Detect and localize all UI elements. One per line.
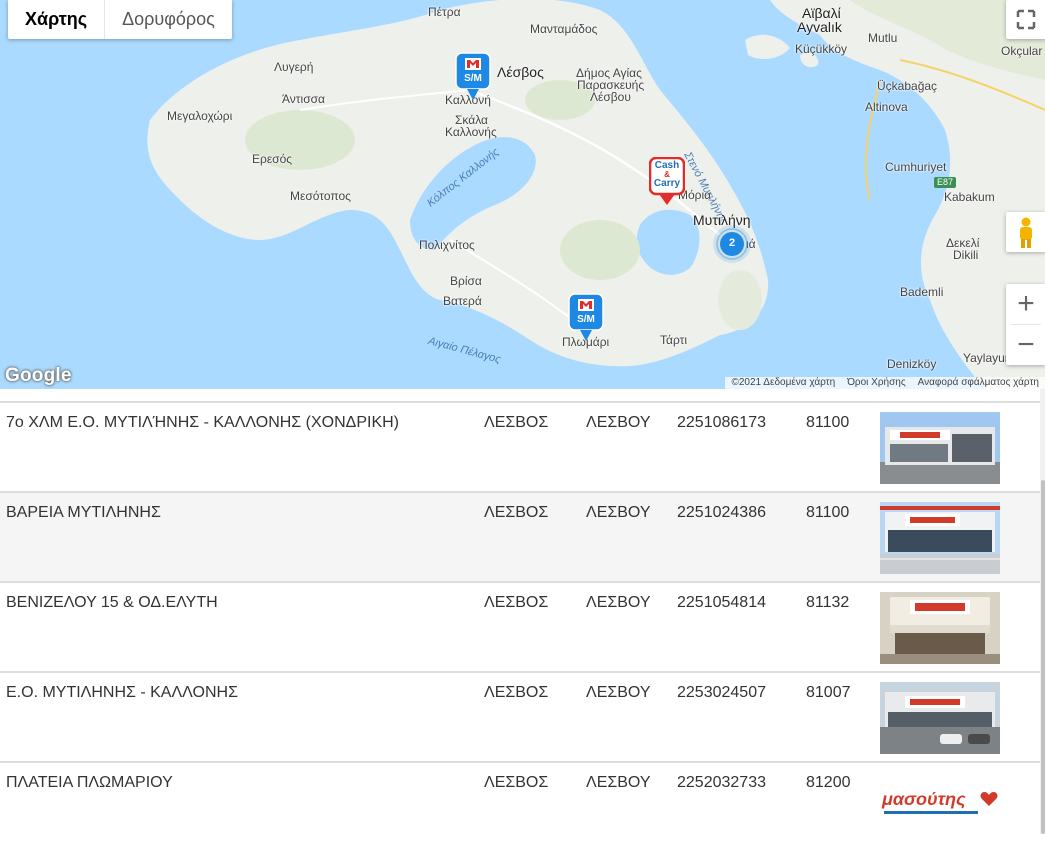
store-photo-image (880, 502, 1000, 574)
zoom-out-button[interactable]: − (1006, 325, 1045, 365)
store-zip: 81200 (806, 774, 851, 791)
store-photo-image (880, 412, 1000, 484)
map-label-kabakum: Kabakum (944, 190, 995, 204)
store-region: ΛΕΣΒΟΣ (484, 414, 549, 431)
store-region: ΛΕΣΒΟΣ (484, 504, 549, 521)
store-photo-image (880, 592, 1000, 664)
map-label-aivali: Ayvalık (797, 19, 842, 35)
store-region: ΛΕΣΒΟΣ (484, 594, 549, 611)
masoutis-logo-underline (884, 811, 978, 814)
table-row: ΒΕΝΙΖΕΛΟΥ 15 & ΟΔ.ΕΛΥΤΗ ΛΕΣΒΟΣ ΛΕΣΒΟΥ 22… (0, 581, 1040, 671)
zoom-control: + − (1006, 284, 1045, 365)
store-map[interactable]: Χάρτης Δορυφόρος Πέτρα Μανταμάδος Αϊβαλί… (0, 0, 1045, 389)
store-phone: 2251054814 (677, 594, 766, 611)
map-label-mutlu: Mutlu (868, 31, 898, 45)
map-type-map-button[interactable]: Χάρτης (8, 0, 104, 39)
table-row: Ε.Ο. ΜΥΤΙΛΗΝΗΣ - ΚΑΛΛΟΝΗΣ ΛΕΣΒΟΣ ΛΕΣΒΟΥ … (0, 671, 1040, 761)
heart-icon (980, 792, 998, 806)
cash-carry-marker[interactable]: Cash & Carry (648, 156, 686, 212)
street-view-pegman[interactable] (1006, 212, 1045, 252)
map-label-dikeli: Dikili (953, 248, 979, 262)
map-label-megalochori: Μεγαλοχώρι (167, 109, 233, 123)
store-zip: 81100 (806, 504, 850, 521)
fullscreen-button[interactable] (1006, 0, 1045, 39)
zoom-in-button[interactable]: + (1006, 284, 1045, 324)
map-label-cumhuriyet: Cumhuriyet (885, 160, 947, 174)
store-zip: 81007 (806, 684, 851, 701)
map-type-satellite-button[interactable]: Δορυφόρος (104, 0, 232, 39)
map-label-vrisa: Βρίσα (450, 274, 482, 288)
table-row: ΠΛΑΤΕΙΑ ΠΛΩΜΑΡΙΟΥ ΛΕΣΒΟΣ ΛΕΣΒΟΥ 22520327… (0, 761, 1040, 851)
scrollbar-thumb[interactable] (1041, 480, 1045, 834)
plus-icon: + (1017, 287, 1035, 320)
store-phone: 2251024386 (677, 504, 766, 521)
store-photo (880, 592, 1000, 664)
store-zip: 81100 (806, 414, 850, 431)
map-label-e87-shield: E87 (934, 177, 957, 188)
map-label-mantamados: Μανταμάδος (530, 22, 598, 36)
sm-marker-plomari[interactable]: S/M (568, 293, 604, 348)
map-type-control: Χάρτης Δορυφόρος (8, 0, 232, 39)
map-copyright: ©2021 Δεδομένα χάρτη (731, 377, 836, 388)
map-label-uckabagac: Üçkabağaç (877, 79, 938, 93)
map-label-antissa: Άντισσα (282, 92, 325, 106)
marker-cluster[interactable]: 2 (712, 224, 752, 264)
map-attribution: ©2021 Δεδομένα χάρτη Όροι Χρήσης Αναφορά… (725, 377, 1045, 389)
store-area: ΛΕΣΒΟΥ (586, 504, 651, 521)
map-label-mesotopos: Μεσότοπος (290, 189, 351, 203)
store-zip: 81132 (806, 594, 850, 611)
map-base (0, 0, 1045, 389)
cash-carry-label-3: Carry (653, 178, 681, 189)
store-phone: 2253024507 (677, 684, 766, 701)
store-area: ΛΕΣΒΟΥ (586, 414, 651, 431)
store-photo-image (880, 682, 1000, 754)
masoutis-logo: μασούτης (880, 787, 1000, 817)
google-logo: Google (5, 365, 72, 386)
table-row: 7ο ΧΛΜ Ε.Ο. ΜΥΤΙΛΉΝΗΣ - ΚΑΛΛΟΝΗΣ (ΧΟΝΔΡΙ… (0, 401, 1040, 491)
map-label-yaylayurt: Yaylayurt (963, 351, 1013, 365)
store-region: ΛΕΣΒΟΣ (484, 684, 549, 701)
sm-marker-plomari-label: S/M (577, 314, 595, 325)
store-photo (880, 682, 1000, 754)
store-area: ΛΕΣΒΟΥ (586, 774, 651, 791)
map-label-polichnitos: Πολιχνίτος (419, 238, 475, 252)
table-row: ΒΑΡΕΙΑ ΜΥΤΙΛΗΝΗΣ ΛΕΣΒΟΣ ΛΕΣΒΟΥ 225102438… (0, 491, 1040, 581)
store-photo (880, 412, 1000, 484)
map-report-link[interactable]: Αναφορά σφάλματος χάρτη (912, 377, 1045, 389)
store-phone: 2252032733 (677, 774, 766, 791)
map-label-vatera: Βατερά (443, 294, 482, 308)
map-label-skala-2: Καλλονής (445, 125, 497, 139)
store-area: ΛΕΣΒΟΥ (586, 594, 651, 611)
map-label-lygeri: Λυγερή (274, 60, 314, 74)
map-label-eresos: Ερεσός (252, 152, 293, 166)
store-phone: 2251086173 (677, 414, 766, 431)
map-terms-link[interactable]: Όροι Χρήσης (841, 377, 911, 389)
store-address: 7ο ΧΛΜ Ε.Ο. ΜΥΤΙΛΉΝΗΣ - ΚΑΛΛΟΝΗΣ (ΧΟΝΔΡΙ… (6, 414, 399, 431)
map-label-altinova: Altinova (865, 100, 908, 114)
cluster-count: 2 (728, 237, 736, 249)
sm-marker-kalloni-label: S/M (464, 73, 482, 84)
map-label-lesvos: Λέσβος (497, 64, 544, 80)
map-label-tarti: Τάρτι (660, 333, 688, 347)
minus-icon: − (1017, 328, 1035, 361)
map-label-petra: Πέτρα (428, 5, 461, 19)
map-label-denizkoy: Denizköy (887, 357, 937, 371)
store-area: ΛΕΣΒΟΥ (586, 684, 651, 701)
store-address: ΒΕΝΙΖΕΛΟΥ 15 & ΟΔ.ΕΛΥΤΗ (6, 594, 218, 611)
store-address: ΠΛΑΤΕΙΑ ΠΛΩΜΑΡΙΟΥ (6, 774, 173, 791)
map-label-okcular: Okçular (1001, 44, 1043, 58)
sm-marker-kalloni[interactable]: S/M (455, 52, 491, 107)
store-address: ΒΑΡΕΙΑ ΜΥΤΙΛΗΝΗΣ (6, 504, 161, 521)
map-label-kucukkoy: Küçükköy (795, 42, 848, 56)
fullscreen-icon (1016, 9, 1036, 30)
store-photo (880, 502, 1000, 574)
map-label-agia-paraskevi-3: Λέσβου (590, 90, 631, 104)
store-address: Ε.Ο. ΜΥΤΙΛΗΝΗΣ - ΚΑΛΛΟΝΗΣ (6, 684, 238, 701)
pegman-icon (1020, 217, 1032, 248)
store-region: ΛΕΣΒΟΣ (484, 774, 549, 791)
masoutis-logo-text: μασούτης (882, 789, 966, 809)
map-label-bademli: Bademli (900, 285, 944, 299)
